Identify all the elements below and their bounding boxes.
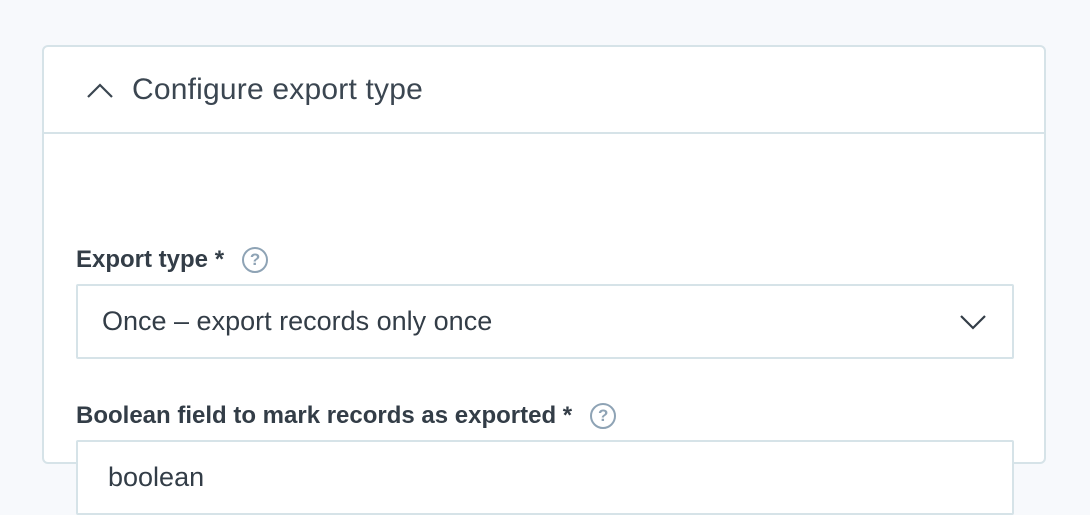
boolean-field-label: Boolean field to mark records as exporte… [76, 402, 573, 429]
boolean-field: Boolean field to mark records as exporte… [76, 400, 1014, 515]
boolean-field-input[interactable] [76, 440, 1014, 515]
help-icon[interactable]: ? [242, 247, 269, 273]
export-type-select[interactable]: Once – export records only once [76, 284, 1014, 359]
chevron-down-icon[interactable] [958, 312, 988, 332]
section-header[interactable]: Configure export type [44, 47, 1044, 134]
export-type-label: Export type * [76, 246, 225, 273]
section-title: Configure export type [132, 72, 424, 106]
export-type-label-row: Export type * ? [76, 244, 1014, 276]
boolean-field-label-row: Boolean field to mark records as exporte… [76, 400, 1014, 432]
export-type-panel: Configure export type Export type * ? On… [42, 45, 1046, 515]
export-type-selected-value: Once – export records only once [102, 306, 493, 336]
export-type-field: Export type * ? Once – export records on… [76, 244, 1014, 359]
help-icon[interactable]: ? [590, 403, 617, 429]
chevron-up-icon[interactable] [86, 80, 114, 100]
